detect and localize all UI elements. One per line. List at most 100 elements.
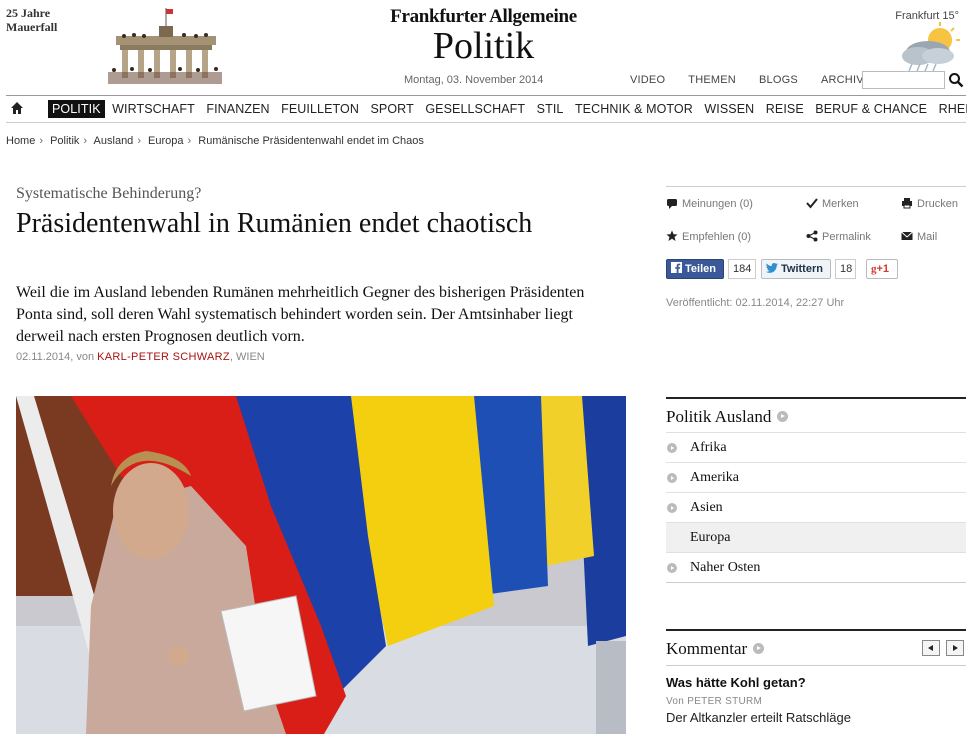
article-teaser: Weil die im Ausland lebenden Rumänen meh… bbox=[16, 284, 585, 345]
breadcrumb-current: Rumänische Präsidentenwahl endet im Chao… bbox=[198, 135, 424, 147]
byline-author-link[interactable]: KARL-PETER SCHWARZ bbox=[97, 351, 230, 363]
home-icon[interactable] bbox=[10, 101, 24, 115]
article-photo[interactable] bbox=[16, 396, 626, 734]
byline-by: , von bbox=[70, 351, 98, 363]
ausland-item-asien[interactable]: Asien bbox=[666, 492, 966, 522]
kommentar-next-button[interactable] bbox=[946, 640, 964, 656]
breadcrumb: Home › Politik › Ausland › Europa › Rumänisc… bbox=[6, 135, 424, 147]
article-headline: Präsidentenwahl in Rumänien endet chaoti… bbox=[16, 208, 533, 239]
main-navigation: POLITIK WIRTSCHAFT FINANZEN FEUILLETON S… bbox=[6, 95, 967, 123]
nav-item-beruf-chance[interactable]: BERUF & CHANCE bbox=[811, 100, 931, 118]
empfehlen-label: Empfehlen (0) bbox=[682, 231, 752, 243]
top-link-blogs[interactable]: BLOGS bbox=[759, 74, 798, 86]
facebook-share-button[interactable]: Teilen bbox=[666, 259, 724, 279]
politik-ausland-box: Politik Ausland Afrika Amerika Asien Eur… bbox=[666, 397, 966, 583]
weather-cloud-sun-icon[interactable] bbox=[898, 22, 964, 72]
kommentar-box: Kommentar Was hätte Kohl getan? Von PETE… bbox=[666, 629, 966, 725]
top-link-archiv[interactable]: ARCHIV bbox=[821, 74, 864, 86]
ausland-item-label: Naher Osten bbox=[690, 560, 761, 575]
search-icon[interactable] bbox=[948, 71, 964, 89]
kommentar-title: Kommentar bbox=[666, 639, 748, 658]
drucken-button[interactable]: Drucken bbox=[901, 197, 958, 210]
byline-date: 02.11.2014 bbox=[16, 351, 71, 363]
facebook-share-count: 184 bbox=[728, 259, 756, 279]
nav-item-sport[interactable]: SPORT bbox=[366, 100, 417, 118]
weather-city[interactable]: Frankfurt 15° bbox=[895, 10, 959, 22]
permalink-label: Permalink bbox=[822, 231, 871, 243]
mauerfall-line1: 25 Jahre bbox=[6, 6, 51, 20]
ausland-item-naher-osten[interactable]: Naher Osten bbox=[666, 552, 966, 582]
divider bbox=[666, 665, 966, 666]
meinungen-button[interactable]: Meinungen (0) bbox=[666, 197, 753, 210]
arrow-right-icon bbox=[667, 503, 677, 513]
mail-button[interactable]: Mail bbox=[901, 230, 937, 243]
nav-items: POLITIK WIRTSCHAFT FINANZEN FEUILLETON S… bbox=[48, 100, 967, 118]
arrow-right-icon bbox=[667, 563, 677, 573]
twitter-share-button[interactable]: Twittern bbox=[761, 259, 831, 279]
drucken-label: Drucken bbox=[917, 198, 958, 210]
merken-label: Merken bbox=[822, 198, 859, 210]
gplus-share-button[interactable]: g+1 bbox=[866, 259, 898, 279]
ausland-item-label: Amerika bbox=[690, 470, 739, 485]
article-byline: 02.11.2014, von KARL-PETER SCHWARZ, WIEN bbox=[16, 351, 265, 363]
breadcrumb-ausland[interactable]: Ausland bbox=[94, 135, 134, 147]
nav-item-stil[interactable]: STIL bbox=[533, 100, 568, 118]
arrow-right-icon bbox=[753, 643, 765, 654]
share-icon bbox=[806, 230, 818, 242]
top-links: VIDEO THEMEN BLOGS ARCHIV bbox=[630, 74, 884, 86]
top-link-video[interactable]: VIDEO bbox=[630, 74, 665, 86]
permalink-button[interactable]: Permalink bbox=[806, 230, 871, 243]
article-tools bbox=[666, 186, 966, 187]
breadcrumb-separator: › bbox=[39, 135, 44, 147]
ausland-item-label: Afrika bbox=[690, 440, 727, 455]
nav-item-politik[interactable]: POLITIK bbox=[48, 100, 105, 118]
breadcrumb-europa[interactable]: Europa bbox=[148, 135, 183, 147]
nav-item-gesellschaft[interactable]: GESELLSCHAFT bbox=[421, 100, 529, 118]
nav-item-technik-motor[interactable]: TECHNIK & MOTOR bbox=[571, 100, 697, 118]
search-input[interactable] bbox=[862, 71, 945, 89]
top-link-themen[interactable]: THEMEN bbox=[688, 74, 736, 86]
mail-icon bbox=[901, 231, 913, 240]
nav-item-wissen[interactable]: WISSEN bbox=[700, 100, 758, 118]
nav-item-feuilleton[interactable]: FEUILLETON bbox=[277, 100, 363, 118]
ausland-item-afrika[interactable]: Afrika bbox=[666, 432, 966, 462]
nav-item-finanzen[interactable]: FINANZEN bbox=[202, 100, 273, 118]
politik-ausland-title: Politik Ausland bbox=[666, 407, 772, 426]
meinungen-label: Meinungen (0) bbox=[682, 198, 753, 210]
breadcrumb-separator: › bbox=[187, 135, 192, 147]
ausland-item-label: Asien bbox=[690, 500, 723, 515]
printer-icon bbox=[902, 198, 912, 209]
kommentar-teaser[interactable]: Der Altkanzler erteilt Ratschläge bbox=[666, 710, 966, 725]
arrow-right-icon bbox=[777, 411, 789, 422]
checkmark-icon bbox=[806, 198, 818, 209]
breadcrumb-separator: › bbox=[137, 135, 141, 147]
breadcrumb-politik[interactable]: Politik bbox=[50, 135, 79, 147]
arrow-right-icon bbox=[667, 443, 677, 453]
twitter-bird-icon bbox=[766, 263, 778, 273]
kommentar-header[interactable]: Kommentar bbox=[666, 631, 966, 665]
comment-icon bbox=[667, 199, 677, 209]
ausland-item-europa[interactable]: Europa bbox=[666, 522, 966, 552]
kommentar-prev-button[interactable] bbox=[922, 640, 940, 656]
star-icon bbox=[666, 230, 678, 241]
ausland-item-amerika[interactable]: Amerika bbox=[666, 462, 966, 492]
section-title[interactable]: Politik bbox=[0, 24, 967, 68]
merken-button[interactable]: Merken bbox=[806, 197, 859, 210]
article-kicker: Systematische Behinderung? bbox=[16, 185, 202, 202]
empfehlen-button[interactable]: Empfehlen (0) bbox=[666, 230, 751, 243]
facebook-share-label: Teilen bbox=[685, 263, 716, 275]
nav-item-reise[interactable]: REISE bbox=[762, 100, 808, 118]
politik-ausland-header[interactable]: Politik Ausland bbox=[666, 399, 966, 432]
breadcrumb-home[interactable]: Home bbox=[6, 135, 35, 147]
kommentar-headline[interactable]: Was hätte Kohl getan? bbox=[666, 675, 966, 690]
facebook-icon bbox=[671, 262, 682, 273]
nav-item-wirtschaft[interactable]: WIRTSCHAFT bbox=[108, 100, 199, 118]
mail-label: Mail bbox=[917, 231, 938, 243]
kommentar-author: Von PETER STURM bbox=[666, 696, 763, 707]
nav-item-rhein-main[interactable]: RHEIN-MAIN bbox=[935, 100, 967, 118]
breadcrumb-separator: › bbox=[83, 135, 88, 147]
twitter-share-label: Twittern bbox=[781, 263, 823, 275]
byline-location: , WIEN bbox=[229, 351, 265, 363]
ausland-item-label: Europa bbox=[690, 530, 731, 545]
published-timestamp: Veröffentlicht: 02.11.2014, 22:27 Uhr bbox=[666, 297, 845, 309]
